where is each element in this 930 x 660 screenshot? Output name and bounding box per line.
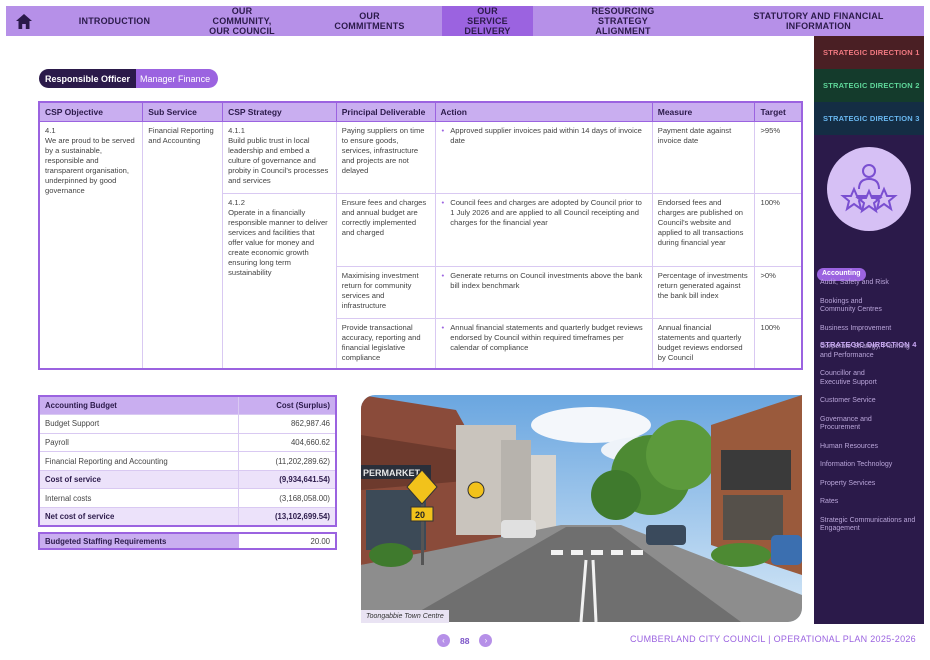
budget-header-label: Accounting Budget [38, 395, 239, 416]
nav-our-community[interactable]: OUR COMMUNITY, OUR COUNCIL [187, 6, 297, 36]
table-row: 4.1 We are proud to be served by a susta… [38, 121, 803, 369]
budget-label: Net cost of service [38, 507, 239, 527]
deliverable-cell: Maximising investment return for communi… [335, 266, 436, 319]
target-cell: 100% [754, 318, 803, 369]
header-principal-deliverable: Principal Deliverable [335, 101, 436, 122]
svg-text:20: 20 [415, 510, 425, 520]
budget-label: Cost of service [38, 469, 239, 490]
next-page-button[interactable]: › [479, 634, 493, 647]
sub-service-cell: Financial Reporting and Accounting [142, 121, 224, 369]
previous-page-button[interactable]: ‹ [437, 634, 450, 647]
strategic-direction-1-tab[interactable]: STRATEGIC DIRECTION 1 [814, 36, 924, 69]
strategic-direction-3-tab[interactable]: STRATEGIC DIRECTION 3 [814, 102, 924, 135]
deliverable-cell: Provide transactional accuracy, reportin… [335, 318, 436, 369]
service-delivery-table: CSP Objective Sub Service CSP Strategy P… [38, 101, 803, 370]
strategic-direction-2-tab[interactable]: STRATEGIC DIRECTION 2 [814, 69, 924, 102]
home-button[interactable] [6, 6, 42, 36]
action-cell: • Generate returns on Council investments… [434, 266, 653, 319]
target-cell: >0% [754, 266, 803, 319]
page-number: 88 [460, 635, 470, 646]
header-csp-strategy: CSP Strategy [222, 101, 337, 122]
accounting-budget-table: Accounting Budget Cost (Surplus) Budget … [38, 395, 337, 528]
staffing-value: 20.00 [310, 536, 330, 546]
csp-strategy-cell: 4.1.2 Operate in a financially responsib… [222, 193, 337, 369]
top-navigation: INTRODUCTION OUR COMMUNITY, OUR COUNCIL … [6, 6, 924, 36]
service-item-rates[interactable]: Rates [814, 498, 924, 507]
nav-our-service-delivery[interactable]: OUR SERVICE DELIVERY [442, 6, 533, 36]
responsible-officer-pill: Responsible Officer Manager Finance [39, 69, 219, 88]
budget-label: Internal costs [38, 488, 239, 509]
service-item-strategic-communications[interactable]: Strategic Communications and Engagement [814, 517, 924, 534]
staffing-table: Budgeted Staffing Requirements 20.00 [38, 532, 337, 550]
budget-label: Financial Reporting and Accounting [38, 451, 239, 471]
service-item-customer-service[interactable]: Customer Service [814, 397, 924, 406]
budget-label: Budget Support [38, 414, 239, 434]
action-cell: • Approved supplier invoices paid within … [434, 121, 653, 194]
budget-header-row: Accounting Budget Cost (Surplus) [38, 395, 337, 416]
nav-statutory-financial[interactable]: STATUTORY AND FINANCIAL INFORMATION [713, 6, 924, 36]
csp-strategy-cell: 4.1.1 Build public trust in local leader… [222, 121, 337, 194]
footer-title: CUMBERLAND CITY COUNCIL | OPERATIONAL PL… [629, 634, 916, 644]
budget-value: 404,660.62 [237, 432, 337, 453]
nav-resourcing-strategy[interactable]: RESOURCING STRATEGY ALIGNMENT [533, 6, 713, 36]
header-action: Action [434, 101, 653, 122]
service-item-governance[interactable]: Governance and Procurement [814, 416, 884, 433]
budget-header-cost: Cost (Surplus) [237, 395, 337, 416]
deliverable-cell: Paying suppliers on time to ensure goods… [335, 121, 436, 194]
budget-row: Internal costs (3,168,058.00) [38, 488, 337, 509]
responsible-officer-value: Manager Finance [136, 69, 219, 88]
town-centre-photo: PERMARKET 20 [361, 395, 802, 622]
service-item-corporate-strategy[interactable]: Corporate Strategy, Planning and Perform… [814, 343, 924, 360]
staffing-row: Budgeted Staffing Requirements 20.00 [39, 533, 336, 549]
service-item-business-improvement[interactable]: Business Improvement [814, 325, 924, 334]
svg-text:PERMARKET: PERMARKET [363, 468, 421, 478]
service-item-information-technology[interactable]: Information Technology [814, 461, 924, 470]
service-item-councillor-support[interactable]: Councillor and Executive Support [814, 370, 894, 387]
budget-row-cost-of-service: Cost of service (9,934,641.54) [38, 469, 337, 490]
budget-value: (13,102,699.54) [237, 507, 337, 527]
service-item-human-resources[interactable]: Human Resources [814, 443, 924, 452]
measure-cell: Percentage of investments return generat… [651, 266, 756, 319]
budget-value: 862,987.46 [237, 414, 337, 434]
deliverable-cell: Ensure fees and charges and annual budge… [335, 193, 436, 267]
home-icon [16, 13, 32, 29]
budget-row: Payroll 404,660.62 [38, 432, 337, 453]
table-header-row: CSP Objective Sub Service CSP Strategy P… [38, 101, 803, 122]
governance-people-stars-icon [827, 147, 911, 231]
target-cell: 100% [754, 193, 803, 267]
service-list: Accounting Audit, Safety and Risk Bookin… [814, 262, 924, 534]
budget-row: Budget Support 862,987.46 [38, 414, 337, 434]
budget-label: Payroll [38, 432, 239, 453]
service-item-audit[interactable]: Audit, Safety and Risk [814, 279, 924, 288]
header-target: Target [754, 101, 803, 122]
responsible-officer-label: Responsible Officer [39, 69, 137, 88]
service-item-property-services[interactable]: Property Services [814, 480, 924, 489]
staffing-label: Budgeted Staffing Requirements [39, 533, 239, 549]
photo-caption: Toongabbie Town Centre [361, 610, 449, 623]
measure-cell: Endorsed fees and charges are published … [651, 193, 756, 267]
header-sub-service: Sub Service [142, 101, 224, 122]
budget-value: (11,202,289.62) [237, 451, 337, 471]
page-navigation: ‹ 88 › [437, 634, 493, 647]
chevron-right-icon: › [484, 636, 488, 645]
strategic-direction-sidebar: STRATEGIC DIRECTION 1 STRATEGIC DIRECTIO… [814, 36, 924, 624]
budget-row-net-cost: Net cost of service (13,102,699.54) [38, 507, 337, 527]
action-cell: • Annual financial statements and quarter… [434, 318, 653, 369]
budget-value: (3,168,058.00) [237, 488, 337, 509]
nav-our-commitments[interactable]: OUR COMMITMENTS [297, 6, 442, 36]
csp-objective-cell: 4.1 We are proud to be served by a susta… [38, 121, 144, 369]
budget-row: Financial Reporting and Accounting (11,20… [38, 451, 337, 471]
action-cell: • Council fees and charges are adopted by… [434, 193, 653, 267]
chevron-left-icon: ‹ [442, 636, 445, 645]
budget-value: (9,934,641.54) [237, 469, 337, 490]
nav-introduction[interactable]: INTRODUCTION [42, 6, 187, 36]
header-csp-objective: CSP Objective [38, 101, 144, 122]
header-measure: Measure [651, 101, 756, 122]
measure-cell: Annual financial statements and quarterl… [651, 318, 756, 369]
target-cell: >95% [754, 121, 803, 194]
measure-cell: Payment date against invoice date [651, 121, 756, 194]
service-item-bookings[interactable]: Bookings and Community Centres [814, 298, 894, 315]
